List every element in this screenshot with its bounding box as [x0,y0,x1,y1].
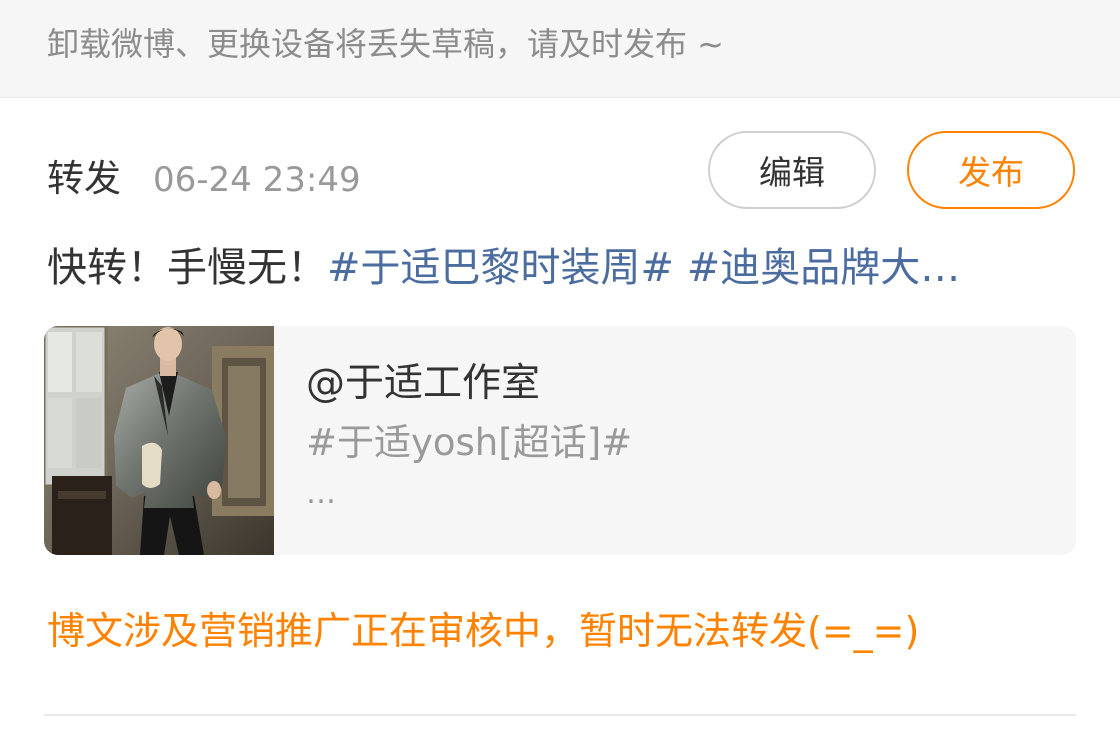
draft-notice-text: 卸载微博、更换设备将丢失草稿，请及时发布 ~ [47,25,724,63]
post-text-plain: 快转！手慢无！ [47,245,327,291]
draft-type-label: 转发 [47,157,121,200]
topic-link-dior-brand[interactable]: #迪奥品牌大… [687,245,961,291]
draft-header: 转发 06-24 23:49 [47,148,361,200]
quoted-post-card[interactable]: @于适工作室 #于适yosh[超话]# … [44,326,1076,555]
draft-notice-bar: 卸载微博、更换设备将丢失草稿，请及时发布 ~ [0,0,1120,98]
quoted-post-ellipsis: … [306,476,336,511]
review-warning-text: 博文涉及营销推广正在审核中，暂时无法转发(=_=) [47,609,920,653]
topic-link-paris-fashion-week[interactable]: #于适巴黎时装周# [327,245,674,291]
quoted-post-topic: #于适yosh[超话]# [306,421,633,464]
publish-button[interactable]: 发布 [907,131,1075,209]
draft-post-text[interactable]: 快转！手慢无！#于适巴黎时装周# #迪奥品牌大… [47,240,1077,296]
edit-button[interactable]: 编辑 [708,131,876,209]
quoted-post-thumbnail [44,326,274,555]
draft-timestamp: 06-24 23:49 [153,160,361,200]
quoted-post-author[interactable]: @于适工作室 [306,358,540,410]
divider [44,714,1076,716]
